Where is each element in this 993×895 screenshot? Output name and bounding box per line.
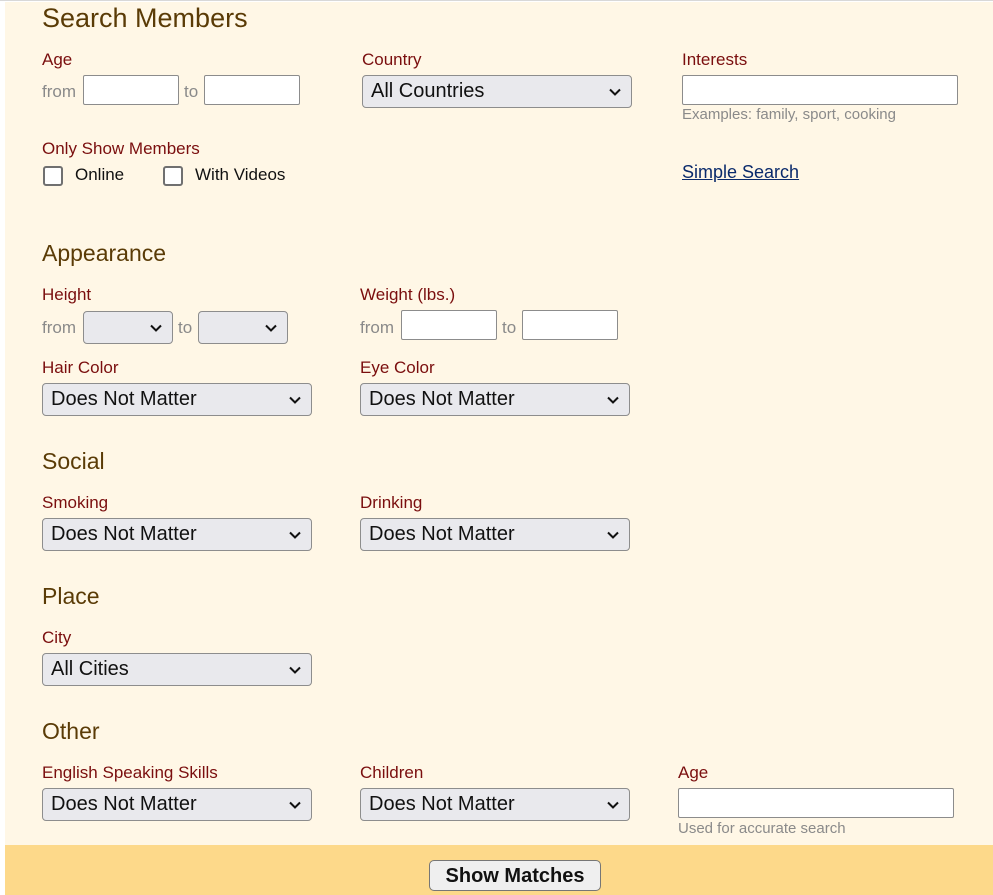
- show-matches-button[interactable]: Show Matches: [429, 860, 601, 891]
- weight-from-text: from: [360, 318, 394, 337]
- with-videos-checkbox[interactable]: [163, 166, 183, 186]
- weight-from-input[interactable]: [401, 310, 497, 340]
- height-label: Height: [42, 285, 92, 304]
- english-skills-value: Does Not Matter: [51, 793, 197, 815]
- search-panel: [5, 2, 993, 895]
- chevron-down-icon: [289, 666, 301, 674]
- city-select[interactable]: All Cities: [42, 653, 312, 686]
- age-label: Age: [42, 50, 73, 69]
- only-show-label: Only Show Members: [42, 139, 200, 158]
- other-heading: Other: [42, 718, 100, 744]
- height-to-select[interactable]: [198, 311, 288, 344]
- hair-color-label: Hair Color: [42, 358, 119, 377]
- english-skills-select[interactable]: Does Not Matter: [42, 788, 312, 821]
- interests-hint: Examples: family, sport, cooking: [682, 106, 896, 123]
- country-label: Country: [362, 50, 422, 69]
- other-age-label: Age: [678, 763, 709, 782]
- online-checkbox[interactable]: [43, 166, 63, 186]
- country-select[interactable]: All Countries: [362, 75, 632, 108]
- age-from-input[interactable]: [83, 75, 179, 105]
- other-age-hint: Used for accurate search: [678, 820, 846, 837]
- country-select-value: All Countries: [371, 80, 485, 102]
- weight-label: Weight (lbs.): [360, 285, 456, 304]
- eye-color-label: Eye Color: [360, 358, 435, 377]
- chevron-down-icon: [609, 88, 621, 96]
- with-videos-checkbox-label: With Videos: [195, 165, 286, 184]
- city-value: All Cities: [51, 658, 129, 680]
- appearance-heading: Appearance: [42, 240, 167, 266]
- weight-to-input[interactable]: [522, 310, 618, 340]
- hair-color-value: Does Not Matter: [51, 388, 197, 410]
- interests-label: Interests: [682, 50, 748, 69]
- top-divider: [0, 0, 993, 1]
- height-from-select[interactable]: [83, 311, 173, 344]
- chevron-down-icon: [289, 396, 301, 404]
- smoking-select[interactable]: Does Not Matter: [42, 518, 312, 551]
- chevron-down-icon: [289, 801, 301, 809]
- drinking-label: Drinking: [360, 493, 423, 512]
- online-checkbox-label: Online: [75, 165, 125, 184]
- smoking-label: Smoking: [42, 493, 109, 512]
- hair-color-select[interactable]: Does Not Matter: [42, 383, 312, 416]
- social-heading: Social: [42, 448, 105, 474]
- city-label: City: [42, 628, 72, 647]
- drinking-value: Does Not Matter: [369, 523, 515, 545]
- children-label: Children: [360, 763, 424, 782]
- smoking-value: Does Not Matter: [51, 523, 197, 545]
- weight-to-text: to: [502, 318, 517, 337]
- chevron-down-icon: [607, 801, 619, 809]
- chevron-down-icon: [150, 324, 162, 332]
- chevron-down-icon: [265, 324, 277, 332]
- page-title: Search Members: [42, 3, 248, 33]
- drinking-select[interactable]: Does Not Matter: [360, 518, 630, 551]
- chevron-down-icon: [607, 531, 619, 539]
- interests-input[interactable]: [682, 75, 958, 105]
- simple-search-link[interactable]: Simple Search: [682, 162, 799, 183]
- height-from-text: from: [42, 318, 76, 337]
- children-select[interactable]: Does Not Matter: [360, 788, 630, 821]
- eye-color-select[interactable]: Does Not Matter: [360, 383, 630, 416]
- eye-color-value: Does Not Matter: [369, 388, 515, 410]
- other-age-input[interactable]: [678, 788, 954, 818]
- age-from-text: from: [42, 82, 76, 101]
- english-skills-label: English Speaking Skills: [42, 763, 218, 782]
- chevron-down-icon: [607, 396, 619, 404]
- children-value: Does Not Matter: [369, 793, 515, 815]
- height-to-text: to: [178, 318, 193, 337]
- chevron-down-icon: [289, 531, 301, 539]
- age-to-text: to: [184, 82, 199, 101]
- place-heading: Place: [42, 583, 100, 609]
- age-to-input[interactable]: [204, 75, 300, 105]
